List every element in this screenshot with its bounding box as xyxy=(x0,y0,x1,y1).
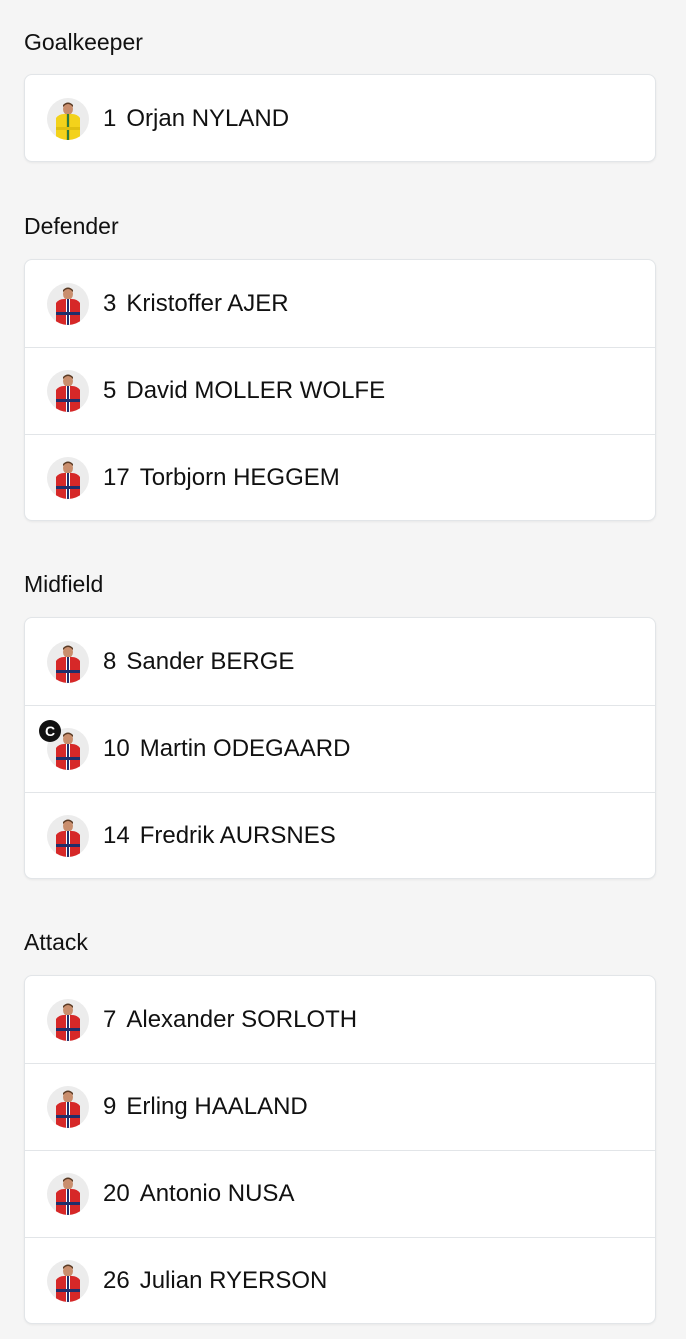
player-row[interactable]: C 10 Martin ODEGAARD xyxy=(25,705,655,792)
player-number: 9 xyxy=(103,1093,117,1120)
captain-badge-icon: C xyxy=(39,720,61,742)
player-name: Martin ODEGAARD xyxy=(139,735,351,762)
player-number: 14 xyxy=(103,822,130,849)
player-name: Alexander SORLOTH xyxy=(126,1005,358,1033)
player-row[interactable]: 14 Fredrik AURSNES xyxy=(25,792,655,879)
player-name: Sander BERGE xyxy=(126,647,295,675)
player-avatar xyxy=(47,457,89,499)
player-list-card: 7 Alexander SORLOTH 9 Erling HAALAND 20 Anton… xyxy=(24,975,656,1324)
section-title: Defender xyxy=(24,213,119,239)
player-row[interactable]: 7 Alexander SORLOTH xyxy=(25,976,655,1063)
player-avatar xyxy=(47,815,89,857)
player-row[interactable]: 26 Julian RYERSON xyxy=(25,1237,655,1324)
player-number: 5 xyxy=(103,377,117,404)
player-avatar xyxy=(47,97,89,140)
player-number: 3 xyxy=(103,289,117,317)
player-name: Erling HAALAND xyxy=(126,1093,308,1120)
player-avatar xyxy=(47,998,89,1041)
player-avatar xyxy=(47,640,89,683)
player-name: Fredrik AURSNES xyxy=(139,822,336,849)
player-name: Orjan NYLAND xyxy=(126,104,290,132)
player-row[interactable]: 9 Erling HAALAND xyxy=(25,1063,655,1150)
player-number: 10 xyxy=(103,735,130,762)
player-number: 17 xyxy=(103,464,130,491)
player-avatar xyxy=(47,370,89,412)
player-number: 1 xyxy=(103,104,117,132)
squad-list: Goalkeeper 1 Orjan NYLAND Defender 3 Kristoff… xyxy=(0,0,686,1339)
player-name: Kristoffer AJER xyxy=(126,289,289,317)
player-name: Antonio NUSA xyxy=(139,1180,295,1207)
player-row[interactable]: 8 Sander BERGE xyxy=(25,618,655,705)
player-avatar xyxy=(47,1086,89,1128)
player-number: 26 xyxy=(103,1267,130,1294)
player-avatar xyxy=(47,1173,89,1215)
player-list-card: 8 Sander BERGE C 10 Martin ODEGAARD 14 Fredrik… xyxy=(24,617,656,879)
player-avatar xyxy=(47,1260,89,1302)
player-number: 8 xyxy=(103,647,117,675)
player-list-card: 1 Orjan NYLAND xyxy=(24,74,656,162)
player-name: Julian RYERSON xyxy=(139,1267,328,1294)
player-row[interactable]: 3 Kristoffer AJER xyxy=(25,260,655,347)
player-number: 7 xyxy=(103,1005,117,1033)
player-row[interactable]: 1 Orjan NYLAND xyxy=(25,75,655,162)
player-row[interactable]: 20 Antonio NUSA xyxy=(25,1150,655,1237)
player-name: Torbjorn HEGGEM xyxy=(139,464,340,491)
section-title: Goalkeeper xyxy=(24,29,143,55)
player-number: 20 xyxy=(103,1180,130,1207)
player-row[interactable]: 5 David MOLLER WOLFE xyxy=(25,347,655,434)
player-avatar xyxy=(47,282,89,325)
player-list-card: 3 Kristoffer AJER 5 David MOLLER WOLFE 17 Tor… xyxy=(24,259,656,521)
section-title: Midfield xyxy=(24,571,104,597)
player-row[interactable]: 17 Torbjorn HEGGEM xyxy=(25,434,655,521)
section-title: Attack xyxy=(24,929,88,955)
player-name: David MOLLER WOLFE xyxy=(126,377,386,404)
